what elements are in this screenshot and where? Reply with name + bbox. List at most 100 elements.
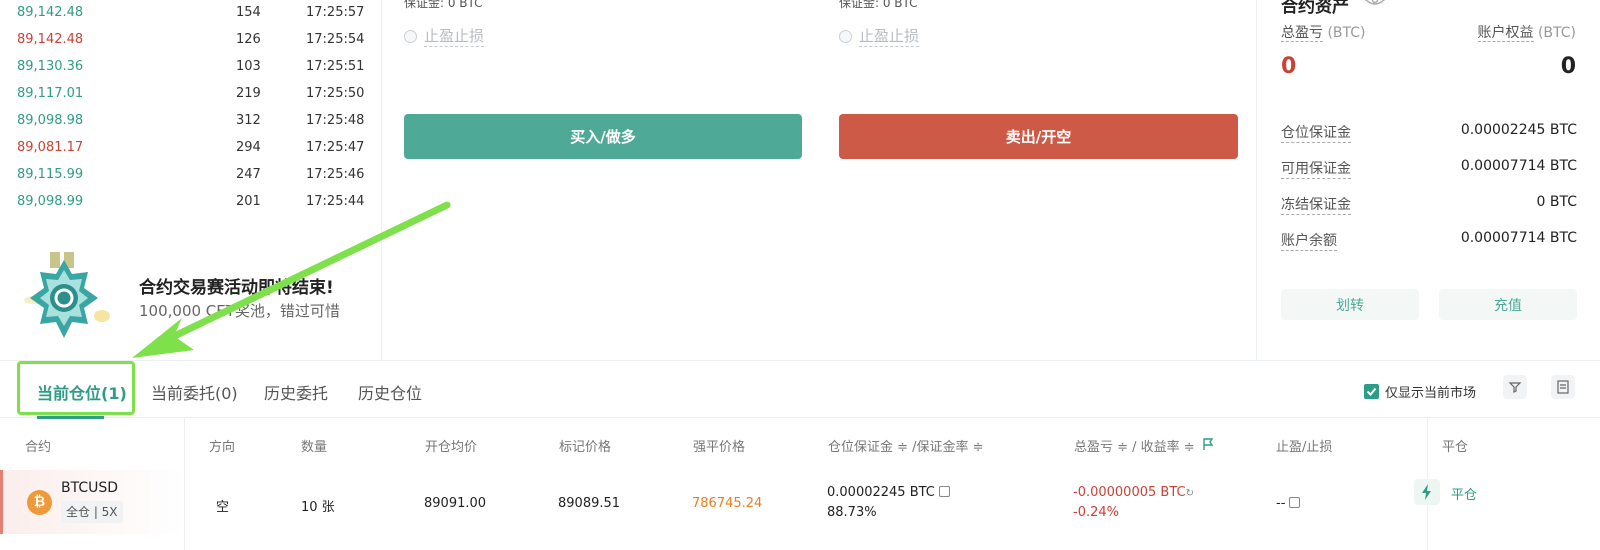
document-icon[interactable] [1551, 375, 1575, 399]
equity-value: 0 [1560, 54, 1576, 79]
tpsl-label: 止盈止损 [859, 27, 920, 47]
asset-value: 0.00007714 BTC [1460, 158, 1577, 174]
margin-mode-tag[interactable]: 全仓 | 5X [61, 501, 123, 523]
positions-tabs-bar: 当前仓位(1) 当前委托(0) 历史委托 历史仓位 仅显示当前市场 [0, 360, 1600, 419]
radio-icon[interactable] [404, 29, 417, 43]
trade-row: 89,098.98 312 17:25:48 [0, 108, 382, 135]
assets-title: 合约资产 [1281, 0, 1349, 17]
close-position-button[interactable]: 平仓 [1451, 484, 1477, 503]
asset-value: 0 BTC [1536, 194, 1577, 210]
tab-open-orders[interactable]: 当前委托(0) [151, 380, 238, 404]
header-margin[interactable]: 仓位保证金 ≑ /保证金率 ≑ [828, 436, 984, 455]
only-current-market-filter[interactable]: 仅显示当前市场 [1364, 382, 1476, 401]
trade-qty: 154 [236, 5, 261, 20]
trade-qty: 103 [236, 59, 261, 74]
position-pnl-rate: -0.24% [1073, 505, 1119, 520]
position-quantity: 10 张 [301, 500, 335, 515]
asset-value: 0.00002245 BTC [1460, 122, 1577, 138]
tab-order-history[interactable]: 历史委托 [264, 380, 328, 404]
radio-icon[interactable] [839, 29, 852, 43]
trade-qty: 312 [236, 113, 261, 128]
transfer-button[interactable]: 划转 [1281, 289, 1419, 320]
asset-row: 账户余额 0.00007714 BTC [1281, 230, 1577, 252]
bitcoin-icon: ₿ [27, 490, 52, 515]
equity-unit: (BTC) [1533, 25, 1576, 41]
trade-row: 89,098.99 201 17:25:44 [0, 189, 382, 216]
contract-assets-panel: 合约资产 总盈亏 (BTC) 账户权益 (BTC) 0 0 仓位保证金 0.00… [1256, 0, 1600, 360]
promo-title: 合约交易赛活动即将结束! [139, 278, 334, 298]
trade-price: 89,098.98 [17, 113, 84, 128]
share-icon[interactable]: ↻ [1186, 488, 1194, 499]
sell-margin-label: 保证金: 0 BTC [839, 0, 918, 10]
order-form: 保证金: 0 BTC 保证金: 0 BTC 止盈止损 止盈止损 买入/做多 卖出… [382, 0, 1256, 360]
asset-row: 冻结保证金 0 BTC [1281, 194, 1577, 216]
position-pnl: -0.00000005 BTC↻ [1073, 485, 1194, 500]
trade-price: 89,142.48 [17, 5, 84, 20]
lightning-icon[interactable] [1414, 479, 1440, 505]
asset-label: 冻结保证金 [1281, 194, 1351, 215]
position-tpsl-value: -- [1276, 496, 1286, 511]
position-margin: 0.00002245 BTC [827, 485, 950, 500]
only-current-market-label: 仅显示当前市场 [1385, 386, 1477, 401]
medal-icon [24, 252, 110, 338]
promo-subtitle: 100,000 CET奖池，错过可惜 [139, 302, 340, 320]
asset-label: 可用保证金 [1281, 158, 1351, 179]
trade-row: 89,142.48 154 17:25:57 [0, 0, 382, 27]
equity-label: 账户权益 (BTC) [1477, 22, 1576, 42]
filter-icon[interactable] [1503, 375, 1527, 399]
annotation-highlight-box [17, 361, 135, 415]
positions-table: 合约 方向 数量 开仓均价 标记价格 强平价格 仓位保证金 ≑ /保证金率 ≑ … [0, 418, 1600, 550]
sell-short-button[interactable]: 卖出/开空 [839, 114, 1238, 159]
trade-time: 17:25:51 [306, 59, 365, 74]
header-tpsl: 止盈/止损 [1276, 440, 1333, 455]
edit-icon[interactable] [1289, 497, 1301, 508]
trade-qty: 201 [236, 194, 261, 209]
total-pnl-value: 0 [1281, 54, 1297, 79]
deposit-button[interactable]: 充值 [1439, 289, 1577, 320]
position-margin-value: 0.00002245 BTC [827, 485, 935, 500]
trade-price: 89,117.01 [17, 86, 84, 101]
asset-row: 可用保证金 0.00007714 BTC [1281, 158, 1577, 180]
trade-time: 17:25:50 [306, 86, 365, 101]
checkbox-icon[interactable] [1364, 384, 1379, 399]
header-liq-price: 强平价格 [693, 440, 746, 455]
buy-long-button[interactable]: 买入/做多 [404, 114, 802, 159]
position-mark-price: 89089.51 [558, 496, 621, 511]
asset-label: 仓位保证金 [1281, 122, 1351, 143]
promo-banner[interactable]: 合约交易赛活动即将结束! 100,000 CET奖池，错过可惜 [0, 228, 382, 360]
buy-tpsl-toggle[interactable]: 止盈止损 [404, 25, 485, 47]
pnl-label-text: 总盈亏 [1281, 25, 1323, 42]
edit-icon[interactable] [938, 486, 950, 497]
flag-icon[interactable] [1201, 437, 1215, 451]
eye-icon[interactable] [1365, 0, 1385, 8]
header-quantity: 数量 [301, 440, 328, 455]
column-divider [184, 418, 185, 550]
tpsl-label: 止盈止损 [424, 27, 485, 47]
header-close: 平仓 [1442, 440, 1469, 455]
header-avg-price: 开仓均价 [425, 440, 478, 455]
trade-time: 17:25:57 [306, 5, 365, 20]
sell-tpsl-toggle[interactable]: 止盈止损 [839, 25, 920, 47]
tab-position-history[interactable]: 历史仓位 [358, 380, 422, 404]
trade-qty: 294 [236, 140, 261, 155]
position-liq-price: 786745.24 [692, 496, 763, 511]
total-pnl-label: 总盈亏 (BTC) [1281, 22, 1366, 42]
pnl-unit: (BTC) [1323, 25, 1366, 41]
position-avg-price: 89091.00 [424, 496, 487, 511]
trade-qty: 126 [236, 32, 261, 47]
trade-row: 89,115.99 247 17:25:46 [0, 162, 382, 189]
trade-price: 89,130.36 [17, 59, 84, 74]
trade-time: 17:25:46 [306, 167, 365, 182]
trade-row: 89,142.48 126 17:25:54 [0, 27, 382, 54]
trade-row: 89,117.01 219 17:25:50 [0, 81, 382, 108]
equity-label-text: 账户权益 [1477, 25, 1534, 42]
position-symbol[interactable]: BTCUSD [61, 480, 118, 496]
trade-qty: 247 [236, 167, 261, 182]
header-pnl[interactable]: 总盈亏 ≑ / 收益率 ≑ [1074, 436, 1195, 455]
trade-time: 17:25:47 [306, 140, 365, 155]
trade-row: 89,081.17 294 17:25:47 [0, 135, 382, 162]
asset-label: 账户余额 [1281, 230, 1337, 251]
asset-value: 0.00007714 BTC [1460, 230, 1577, 246]
trade-time: 17:25:48 [306, 113, 365, 128]
recent-trades-panel: 89,142.48 154 17:25:57 89,142.48 126 17:… [0, 0, 382, 228]
